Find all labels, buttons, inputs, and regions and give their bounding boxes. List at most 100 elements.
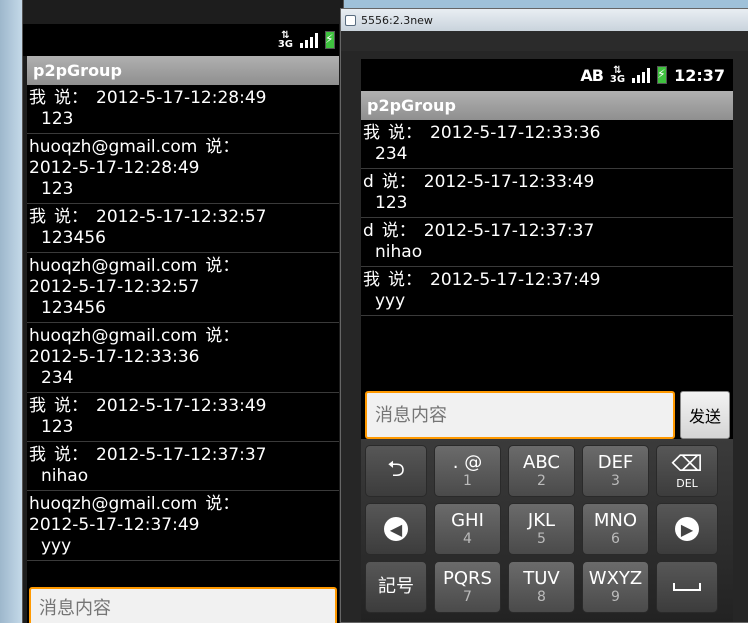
timestamp: 2012-5-17-12:37:49 [29, 515, 200, 535]
status-bar: ⇅ 3G [23, 24, 339, 56]
says-label: 说： [388, 270, 422, 290]
message-text: 123456 [41, 298, 106, 318]
sender: d [363, 221, 374, 241]
message-item[interactable]: 我说： 2012-5-17-12:33:49 123 [27, 393, 339, 442]
key-4[interactable]: GHI 4 [434, 503, 501, 555]
send-button[interactable]: 发送 [680, 391, 730, 439]
window-titlebar: 5556:2.3new [341, 9, 748, 31]
network-3g-icon: ⇅ 3G [277, 30, 293, 50]
key-7[interactable]: PQRS 7 [434, 561, 501, 613]
cursor-right-key[interactable]: ▶ [656, 503, 718, 555]
clock: 12:37 [674, 65, 725, 85]
status-bar: AB ⇅3G 12:37 [361, 59, 733, 91]
says-label: 说： [205, 326, 240, 346]
message-item[interactable]: 我说： 2012-5-17-12:37:49 yyy [361, 267, 733, 316]
arrow-left-icon: ◀ [384, 517, 408, 541]
timestamp: 2012-5-17-12:33:49 [96, 396, 267, 416]
message-item[interactable]: 我说： 2012-5-17-12:32:57 123456 [27, 204, 339, 253]
app-title: p2pGroup [27, 56, 339, 85]
says-label: 说： [54, 445, 88, 465]
says-label: 说： [381, 172, 416, 192]
says-label: 说： [205, 137, 240, 157]
says-label: 说： [205, 494, 240, 514]
sender: 我 [363, 270, 380, 290]
timestamp: 2012-5-17-12:37:37 [96, 445, 267, 465]
sender: huoqzh@gmail.com [29, 326, 198, 346]
message-item[interactable]: huoqzh@gmail.com 说： 2012-5-17-12:28:49 12… [27, 134, 339, 204]
key-8[interactable]: TUV 8 [508, 561, 575, 613]
cursor-left-key[interactable]: ◀ [365, 503, 427, 555]
message-text: 234 [41, 368, 74, 388]
key-1[interactable]: . @1 [434, 445, 501, 497]
timestamp: 2012-5-17-12:32:57 [96, 207, 267, 227]
right-emulator-window: 5556:2.3new AB ⇅3G 12:37 p2pGroup 我说：201… [340, 8, 748, 623]
left-emulator-window: ⇅3G p2pGroup 我说：2012-5-17-12:28:49 123 h… [22, 0, 344, 623]
window-title: 5556:2.3new [361, 13, 433, 27]
says-label: 说： [388, 123, 422, 143]
key-6[interactable]: MNO 6 [582, 503, 649, 555]
sender: 我 [29, 88, 46, 108]
sender: huoqzh@gmail.com [29, 137, 198, 157]
sender: 我 [29, 396, 46, 416]
message-text: nihao [41, 466, 89, 486]
soft-keyboard: ⮌ . @1 ABC 2 DEF 3 ⌫ DEL ◀ GHI 4 JKL 5 MNO 6 ▶… [361, 439, 733, 622]
symbol-key[interactable]: 記号 [365, 561, 427, 613]
sender: d [363, 172, 374, 192]
back-key[interactable]: ⮌ [365, 445, 427, 497]
timestamp: 2012-5-17-12:33:36 [430, 123, 601, 143]
says-label: 说： [54, 396, 88, 416]
arrow-right-icon: ▶ [675, 517, 699, 541]
message-item[interactable]: huoqzh@gmail.com 说： 2012-5-17-12:37:49 yy… [27, 491, 339, 561]
message-item[interactable]: 我说： 2012-5-17-12:28:49 123 [27, 85, 339, 134]
space-key[interactable] [656, 561, 718, 613]
backspace-icon: ⌫ [671, 452, 703, 477]
key-3[interactable]: DEF 3 [582, 445, 649, 497]
says-label: 说： [381, 221, 416, 241]
says-label: 说： [205, 256, 240, 276]
back-arrow-icon: ⮌ [387, 457, 405, 482]
message-item[interactable]: huoqzh@gmail.com 说： 2012-5-17-12:33:36 23… [27, 323, 339, 393]
message-input[interactable] [365, 391, 675, 439]
key-5[interactable]: JKL 5 [508, 503, 575, 555]
space-icon [673, 583, 701, 591]
sender: 我 [363, 123, 380, 143]
key-2[interactable]: ABC 2 [508, 445, 575, 497]
message-item[interactable]: huoqzh@gmail.com 说： 2012-5-17-12:32:57 12… [27, 253, 339, 323]
desktop-background [0, 0, 24, 623]
message-text: 123 [41, 179, 74, 199]
message-text: nihao [375, 242, 423, 262]
battery-icon [657, 66, 668, 84]
delete-key[interactable]: ⌫ DEL [656, 445, 718, 497]
message-text: 123 [41, 109, 74, 129]
message-input[interactable] [29, 587, 337, 623]
message-list[interactable]: 我说： 2012-5-17-12:33:36 234 d 说： 2012-5-17-1… [361, 120, 733, 316]
key-9[interactable]: WXYZ 9 [582, 561, 649, 613]
message-item[interactable]: d 说： 2012-5-17-12:33:49 123 [361, 169, 733, 218]
message-text: 123 [375, 193, 408, 213]
message-list[interactable]: 我说： 2012-5-17-12:28:49 123 huoqzh@gmail.c… [27, 85, 339, 561]
message-text: 234 [375, 144, 408, 164]
app-title: p2pGroup [361, 91, 733, 120]
timestamp: 2012-5-17-12:37:49 [430, 270, 601, 290]
sender: 我 [29, 445, 46, 465]
message-text: 123456 [41, 228, 106, 248]
sender: 我 [29, 207, 46, 227]
message-text: yyy [41, 536, 72, 556]
timestamp: 2012-5-17-12:33:36 [29, 347, 200, 367]
window-app-icon [345, 14, 356, 26]
message-text: 123 [41, 417, 74, 437]
signal-icon [300, 32, 318, 48]
phone-screen: p2pGroup 我说： 2012-5-17-12:28:49 123 huoqz… [27, 56, 339, 623]
sender: huoqzh@gmail.com [29, 494, 198, 514]
message-item[interactable]: d 说： 2012-5-17-12:37:37 nihao [361, 218, 733, 267]
timestamp: 2012-5-17-12:28:49 [96, 88, 267, 108]
message-item[interactable]: 我说： 2012-5-17-12:37:37 nihao [27, 442, 339, 491]
timestamp: 2012-5-17-12:28:49 [29, 158, 200, 178]
message-item[interactable]: 我说： 2012-5-17-12:33:36 234 [361, 120, 733, 169]
says-label: 说： [54, 88, 88, 108]
battery-icon [325, 31, 335, 49]
timestamp: 2012-5-17-12:33:49 [423, 172, 595, 192]
says-label: 说： [54, 207, 88, 227]
message-text: yyy [375, 291, 406, 311]
sender: huoqzh@gmail.com [29, 256, 198, 276]
